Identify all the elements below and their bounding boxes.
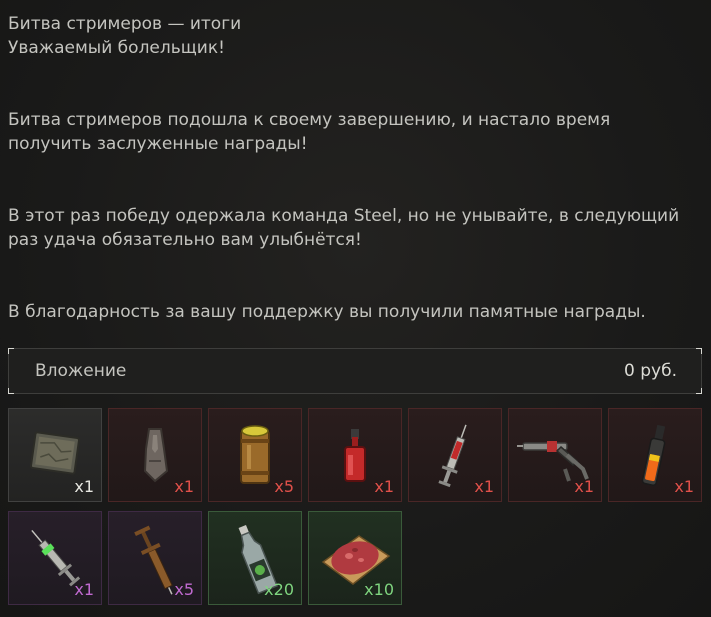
attachment-bar: Вложение 0 руб.: [8, 348, 702, 394]
corner-decoration: [8, 348, 14, 354]
message-title: Битва стримеров — итоги: [8, 14, 242, 34]
message-paragraph-1: Битва стримеров подошла к своему заверше…: [8, 110, 611, 154]
item-slot-red-bottle[interactable]: x1: [308, 408, 402, 502]
message-body: Битва стримеров — итоги Уважаемый болель…: [8, 12, 698, 324]
item-slot-orange-vial[interactable]: x1: [608, 408, 702, 502]
item-quantity: x1: [474, 477, 494, 496]
message-paragraph-3: В благодарность за вашу поддержку вы пол…: [8, 302, 646, 322]
message-paragraph-2: В этот раз победу одержала команда Steel…: [8, 206, 680, 250]
item-slot-green-syringe[interactable]: x1: [8, 511, 102, 605]
item-slot-injector-gun[interactable]: x1: [508, 408, 602, 502]
item-quantity: x20: [264, 580, 294, 599]
item-quantity: x5: [274, 477, 294, 496]
item-slot-map[interactable]: x1: [8, 408, 102, 502]
corner-decoration: [696, 388, 702, 394]
attachment-label: Вложение: [35, 361, 127, 381]
item-slot-charm[interactable]: x1: [108, 408, 202, 502]
item-quantity: x10: [364, 580, 394, 599]
message-greeting: Уважаемый болельщик!: [8, 38, 225, 58]
item-slot-red-syringe[interactable]: x1: [408, 408, 502, 502]
item-quantity: x1: [674, 477, 694, 496]
item-quantity: x1: [374, 477, 394, 496]
item-quantity: x1: [174, 477, 194, 496]
corner-decoration: [696, 348, 702, 354]
item-quantity: x1: [74, 477, 94, 496]
item-quantity: x5: [174, 580, 194, 599]
item-quantity: x1: [574, 477, 594, 496]
attachment-value: 0 руб.: [624, 361, 677, 381]
item-slot-meat-sandwich[interactable]: x10: [308, 511, 402, 605]
item-slot-canister[interactable]: x5: [208, 408, 302, 502]
corner-decoration: [8, 388, 14, 394]
item-quantity: x1: [74, 580, 94, 599]
item-slot-brown-syringe[interactable]: x5: [108, 511, 202, 605]
item-slot-water-bottle[interactable]: x20: [208, 511, 302, 605]
